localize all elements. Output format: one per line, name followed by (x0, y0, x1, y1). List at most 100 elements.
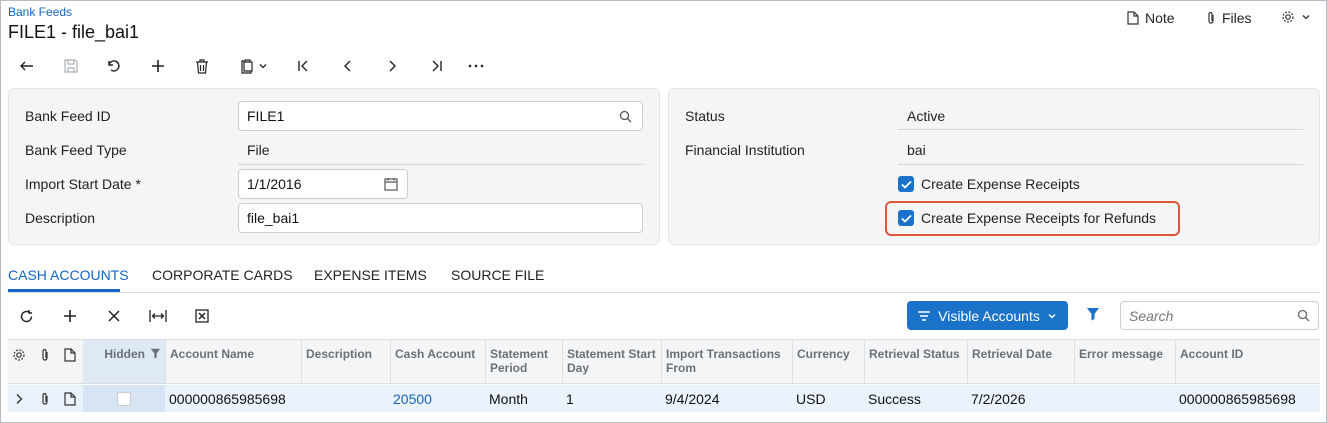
column-description[interactable]: Description (301, 340, 390, 383)
attachments-header (33, 340, 58, 383)
first-record-button[interactable] (290, 52, 318, 80)
column-import-transactions-from[interactable]: Import Transactions From (661, 340, 792, 383)
table-row[interactable]: 000000865985698 20500 Month 1 9/4/2024 U… (8, 385, 1320, 412)
files-label: Files (1222, 10, 1252, 26)
note-button[interactable]: Note (1127, 10, 1175, 26)
filter-icon (1087, 308, 1099, 321)
back-icon (20, 61, 33, 71)
import-start-date-label: Import Start Date * (25, 176, 141, 192)
import-start-date-value: 1/1/2016 (247, 176, 302, 192)
row-hidden-cell (83, 385, 165, 412)
paperclip-icon (42, 392, 48, 405)
calendar-icon[interactable] (384, 177, 398, 191)
checkmark-icon (900, 180, 912, 189)
search-box[interactable] (1120, 301, 1319, 330)
filter-icon[interactable] (150, 348, 161, 359)
cell-retrieval-date: 7/2/2026 (971, 390, 1026, 407)
column-retrieval-date[interactable]: Retrieval Date (967, 340, 1074, 383)
visible-accounts-label: Visible Accounts (938, 307, 1040, 324)
next-record-button[interactable] (378, 52, 406, 80)
search-icon[interactable] (619, 110, 632, 123)
add-row-button[interactable] (57, 303, 83, 329)
row-notes-button[interactable] (58, 385, 83, 412)
note-icon (1127, 11, 1139, 25)
copy-paste-menu-button[interactable] (233, 52, 275, 80)
import-start-date-label-text: Import Start Date (25, 176, 132, 192)
notes-header (58, 340, 83, 383)
tab-source-file[interactable]: SOURCE FILE (451, 267, 544, 283)
import-start-date-field[interactable]: 1/1/2016 (238, 169, 408, 199)
refresh-button[interactable] (13, 303, 39, 329)
more-icon (468, 64, 484, 68)
more-button[interactable] (462, 52, 490, 80)
column-currency[interactable]: Currency (792, 340, 864, 383)
financial-institution-value: bai (907, 142, 926, 158)
create-expense-receipts-option[interactable]: Create Expense Receipts (898, 176, 1080, 192)
files-button[interactable]: Files (1206, 10, 1252, 26)
gear-icon (1282, 11, 1294, 23)
export-excel-button[interactable] (189, 303, 215, 329)
cell-retrieval-status: Success (868, 390, 921, 407)
row-attachments-button[interactable] (33, 385, 58, 412)
filter-lines-icon (918, 310, 931, 321)
tab-cash-accounts[interactable]: CASH ACCOUNTS (8, 267, 129, 283)
back-button[interactable] (13, 52, 41, 80)
column-statement-start-day[interactable]: Statement Start Day (562, 340, 661, 383)
highlight-box (885, 201, 1180, 236)
cell-statement-period: Month (489, 390, 528, 407)
add-button[interactable] (144, 52, 172, 80)
filter-button[interactable] (1086, 307, 1100, 324)
column-hidden[interactable]: Hidden (83, 340, 165, 383)
search-icon[interactable] (1297, 309, 1310, 322)
bank-feed-window: Bank Feeds FILE1 - file_bai1 Note Files (0, 0, 1327, 423)
search-input[interactable] (1129, 307, 1289, 324)
tab-expense-items[interactable]: EXPENSE ITEMS (314, 267, 427, 283)
paperclip-icon (42, 348, 48, 361)
chevron-left-icon (344, 60, 351, 72)
column-settings-header[interactable] (8, 340, 33, 383)
save-button[interactable] (57, 52, 85, 80)
bank-feed-type-value: File (247, 142, 270, 158)
add-icon (64, 310, 76, 322)
first-icon (298, 60, 308, 72)
grid-header: Hidden Account Name Description Cash Acc… (8, 339, 1320, 384)
visible-accounts-button[interactable]: Visible Accounts (907, 301, 1068, 330)
column-account-name[interactable]: Account Name (165, 340, 301, 383)
delete-button[interactable] (188, 52, 216, 80)
description-label: Description (25, 210, 96, 226)
column-cash-account[interactable]: Cash Account (390, 340, 485, 383)
column-account-id[interactable]: Account ID (1175, 340, 1320, 383)
column-error-message[interactable]: Error message (1074, 340, 1175, 383)
chevron-down-icon (1048, 313, 1056, 318)
create-expense-receipts-checkbox[interactable] (898, 176, 914, 192)
active-tab-indicator (8, 289, 120, 292)
column-retrieval-status[interactable]: Retrieval Status (864, 340, 967, 383)
previous-record-button[interactable] (334, 52, 362, 80)
undo-button[interactable] (100, 52, 128, 80)
fit-columns-button[interactable] (145, 303, 171, 329)
fit-width-icon (149, 310, 167, 322)
bank-feed-type-label: Bank Feed Type (25, 142, 127, 158)
settings-menu-button[interactable] (1281, 10, 1317, 24)
clipboard-icon (240, 58, 253, 74)
bank-feed-id-field[interactable]: FILE1 (238, 101, 643, 131)
column-statement-period[interactable]: Statement Period (485, 340, 562, 383)
delete-row-button[interactable] (101, 303, 127, 329)
gear-icon (13, 349, 25, 361)
row-expand-button[interactable] (8, 385, 33, 412)
close-icon (108, 310, 120, 322)
page-title: FILE1 - file_bai1 (8, 22, 140, 42)
description-field[interactable]: file_bai1 (238, 203, 643, 233)
tab-corporate-cards[interactable]: CORPORATE CARDS (152, 267, 293, 283)
note-icon (64, 348, 76, 362)
cell-cash-account-link[interactable]: 20500 (390, 385, 485, 412)
last-record-button[interactable] (422, 52, 450, 80)
note-icon (64, 391, 76, 406)
bank-feed-id-value: FILE1 (247, 108, 285, 124)
chevron-down-icon (259, 64, 266, 69)
hidden-checkbox[interactable] (117, 391, 131, 406)
cell-import-transactions-from: 9/4/2024 (665, 390, 720, 407)
cell-currency: USD (796, 390, 826, 407)
breadcrumb[interactable]: Bank Feeds (8, 5, 72, 19)
cell-description (301, 385, 390, 412)
